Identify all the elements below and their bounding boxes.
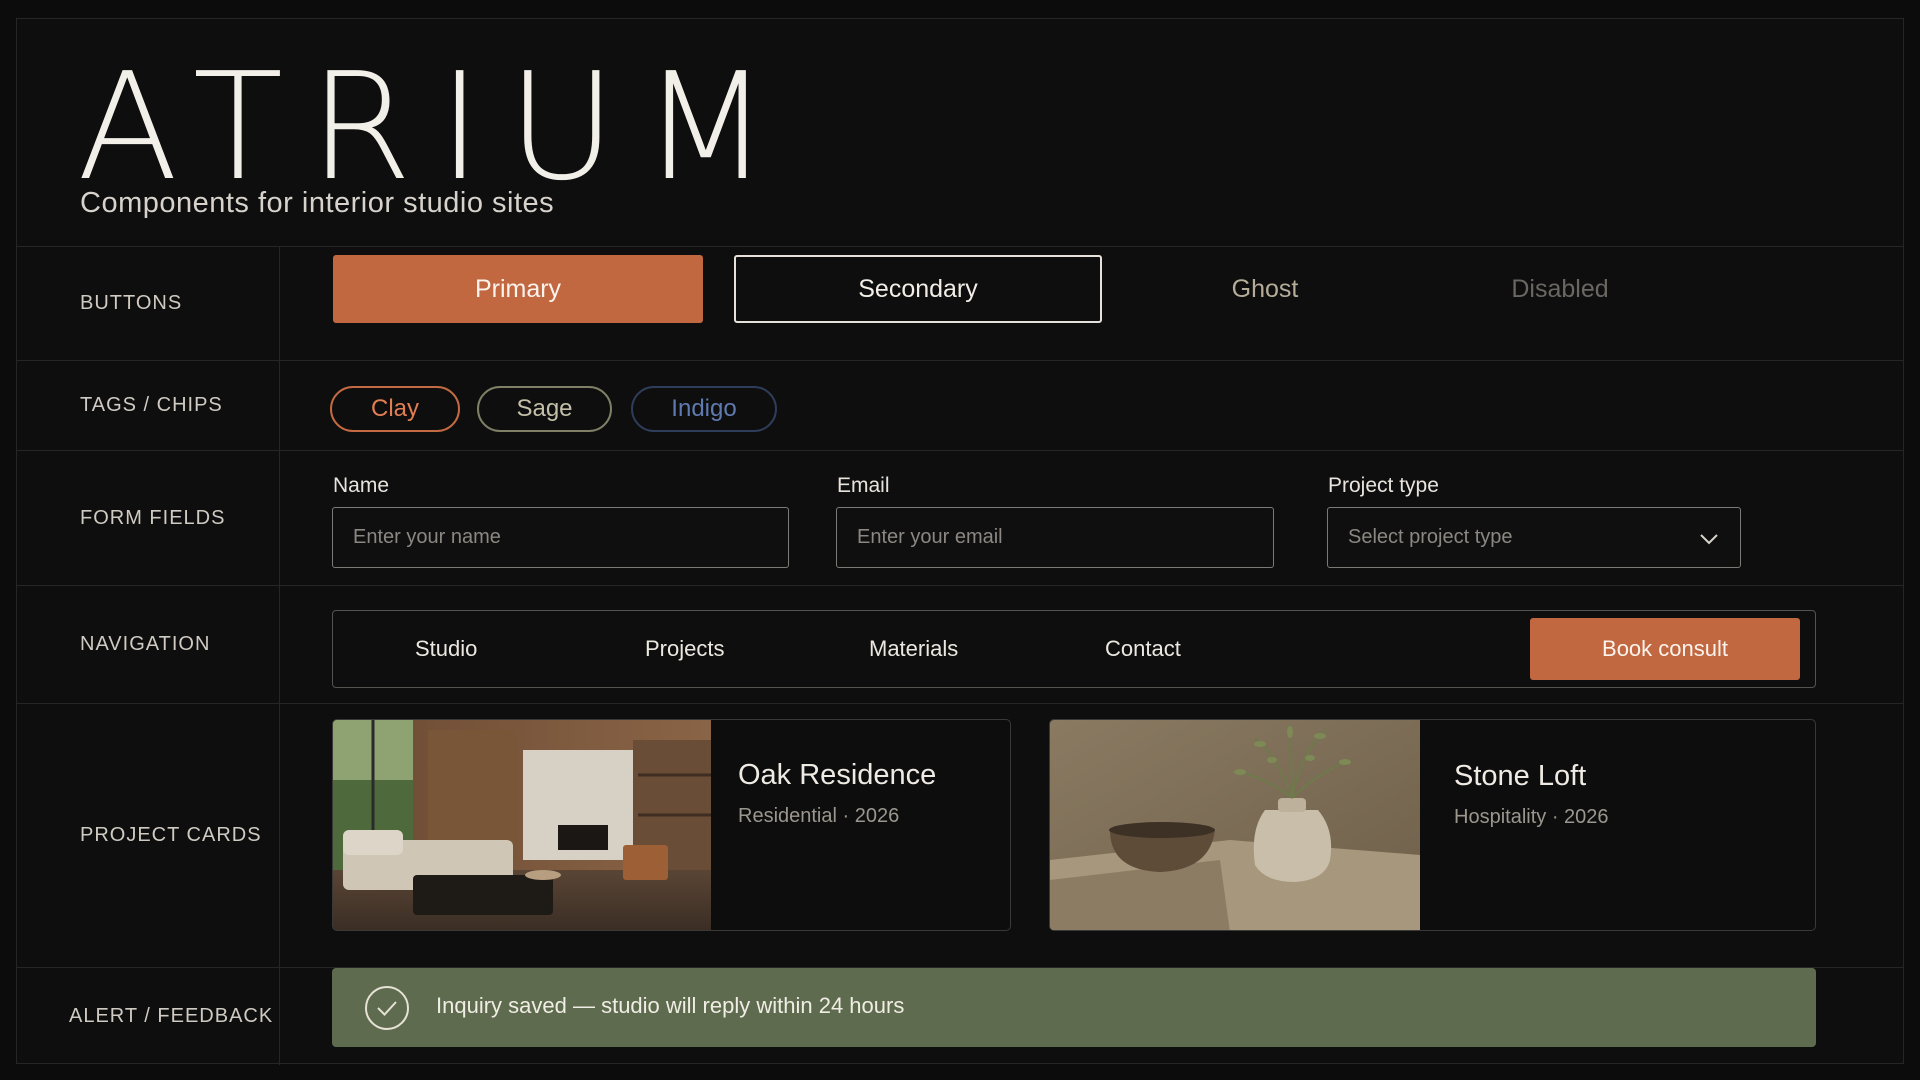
project-card-stone-loft[interactable]: Stone Loft Hospitality · 2026 [1049, 719, 1816, 931]
card-meta: Residential · 2026 [738, 805, 900, 827]
chip-indigo[interactable]: Indigo [631, 386, 777, 432]
section-label-tags: TAGS / CHIPS [17, 361, 280, 450]
hero-header: ATRIUM Components for interior studio si… [17, 19, 1903, 247]
project-image-living-room [333, 720, 711, 930]
name-input[interactable] [353, 526, 788, 549]
nav-item-projects[interactable]: Projects [645, 611, 724, 687]
nav-item-contact[interactable]: Contact [1105, 611, 1181, 687]
disabled-button: Disabled [1511, 274, 1609, 303]
chevron-down-icon [1700, 534, 1718, 545]
primary-button[interactable]: Primary [333, 255, 703, 323]
card-title: Stone Loft [1454, 760, 1587, 792]
project-type-select[interactable]: Select project type [1327, 507, 1741, 568]
chip-clay[interactable]: Clay [330, 386, 460, 432]
check-circle-icon [365, 986, 409, 1030]
card-title: Oak Residence [738, 759, 937, 791]
nav-item-studio[interactable]: Studio [415, 611, 477, 687]
section-label-alert: ALERT / FEEDBACK [17, 968, 280, 1065]
ghost-button[interactable]: Ghost [1145, 255, 1385, 323]
section-label-cards: PROJECT CARDS [17, 704, 280, 967]
brand-wordmark: ATRIUM [77, 41, 796, 213]
email-field [836, 507, 1274, 568]
name-field-label: Name [333, 474, 390, 497]
navigation-bar: Studio Projects Materials Contact Book c… [332, 610, 1816, 688]
name-field [332, 507, 789, 568]
project-type-placeholder: Select project type [1348, 526, 1513, 548]
project-card-oak-residence[interactable]: Oak Residence Residential · 2026 [332, 719, 1011, 931]
project-type-label: Project type [1328, 474, 1439, 497]
section-label-form: FORM FIELDS [17, 451, 280, 585]
project-image-stone-vessels [1050, 720, 1420, 930]
card-meta: Hospitality · 2026 [1454, 806, 1609, 828]
row-tags: TAGS / CHIPS [17, 361, 1903, 451]
chip-sage[interactable]: Sage [477, 386, 612, 432]
book-consult-button[interactable]: Book consult [1530, 618, 1800, 680]
email-input[interactable] [857, 526, 1273, 549]
success-alert: Inquiry saved — studio will reply within… [332, 968, 1816, 1047]
page-subtitle: Components for interior studio sites [80, 187, 555, 219]
section-label-buttons: BUTTONS [17, 247, 280, 360]
alert-message: Inquiry saved — studio will reply within… [436, 993, 905, 1018]
nav-item-materials[interactable]: Materials [869, 611, 958, 687]
secondary-button[interactable]: Secondary [734, 255, 1102, 323]
section-label-navigation: NAVIGATION [17, 586, 280, 703]
email-field-label: Email [837, 474, 890, 497]
